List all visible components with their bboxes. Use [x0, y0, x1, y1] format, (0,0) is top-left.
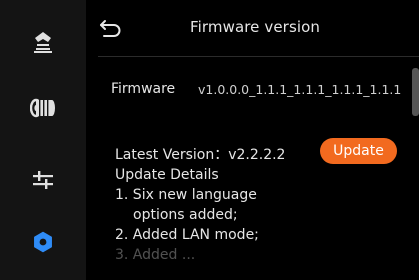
back-arrow-icon [98, 20, 124, 44]
details-line: 3. Added ... [115, 247, 196, 263]
update-details-title: Update Details [115, 167, 219, 183]
printer-icon [32, 30, 54, 54]
latest-version: Latest Version：v2.2.2.2 [115, 147, 286, 163]
sliders-icon [31, 169, 55, 191]
sidebar-item-printer[interactable] [0, 12, 86, 72]
update-button[interactable]: Update [320, 138, 397, 164]
details-line: 1. Six new language [115, 187, 257, 203]
update-details: Latest Version：v2.2.2.2 Update Details 1… [115, 145, 305, 265]
firmware-version-screen: Firmware version Firmware v1.0.0.0_1.1.1… [0, 0, 419, 280]
scrollbar[interactable] [412, 68, 419, 116]
firmware-value: v1.0.0.0_1.1.1_1.1.1_1.1.1_1.1.1 [198, 82, 402, 97]
details-line: 2. Added LAN mode; [115, 227, 259, 243]
page-title: Firmware version [189, 18, 321, 36]
filament-spool-icon [30, 98, 56, 118]
sidebar-item-filament[interactable] [0, 78, 86, 138]
firmware-label: Firmware [111, 81, 176, 97]
sidebar-item-settings-adjust[interactable] [0, 150, 86, 210]
sidebar-item-settings[interactable] [0, 212, 86, 272]
gear-icon [32, 231, 54, 253]
header-divider [98, 56, 419, 57]
details-line: options added; [133, 207, 238, 223]
sidebar [0, 0, 86, 280]
back-button[interactable] [98, 16, 124, 40]
